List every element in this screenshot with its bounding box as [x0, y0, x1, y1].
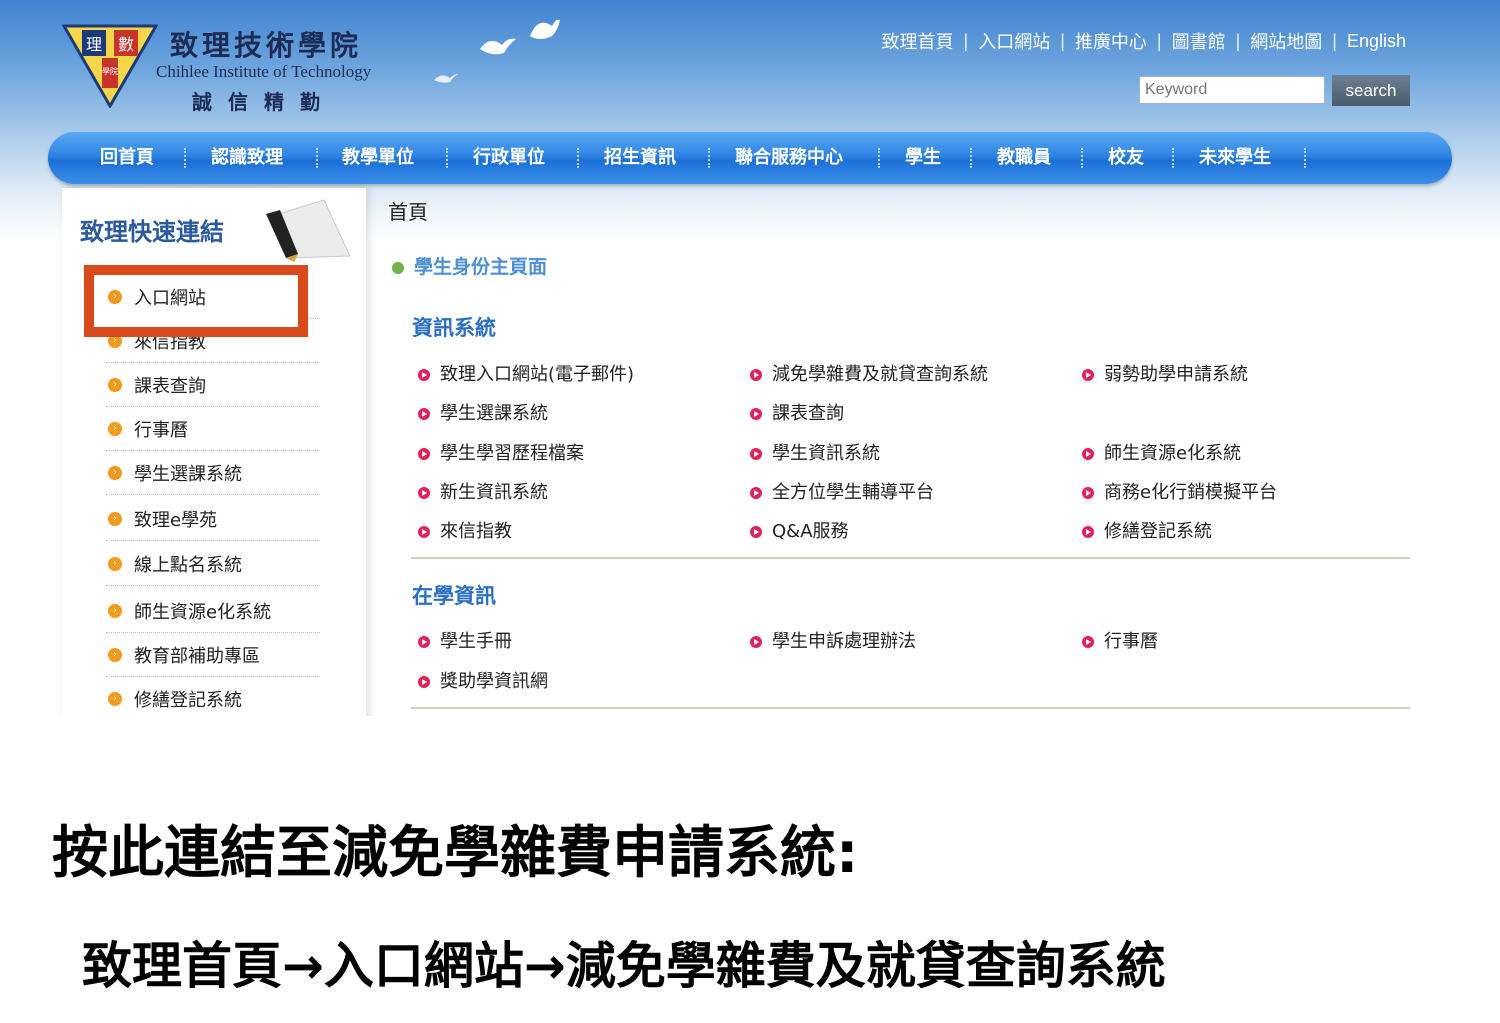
link-timetable[interactable]: 課表查詢	[750, 399, 844, 425]
top-link-extension[interactable]: 推廣中心	[1075, 28, 1147, 54]
sidebar-item-resources[interactable]: › 師生資源e化系統	[106, 590, 320, 633]
top-link-home[interactable]: 致理首頁	[882, 28, 954, 54]
sidebar-title: 致理快速連結	[80, 218, 224, 246]
link-portal-email[interactable]: 致理入口網站(電子郵件)	[418, 360, 634, 386]
section-divider	[411, 707, 1410, 709]
screenshot: 理 數 學院 致理技術學院 Chihlee Institute of Techn…	[0, 0, 1500, 716]
nav-admissions[interactable]: 招生資訊	[604, 132, 676, 184]
link-repair[interactable]: 修繕登記系統	[1082, 517, 1212, 543]
nav-about[interactable]: 認識致理	[211, 132, 283, 184]
nav-alumni[interactable]: 校友	[1108, 132, 1144, 184]
section-title-info-systems: 資訊系統	[412, 316, 496, 340]
link-student-info-system[interactable]: 學生資訊系統	[750, 439, 880, 465]
link-counseling-platform[interactable]: 全方位學生輔導平台	[750, 478, 934, 504]
link-disadvantaged-aid[interactable]: 弱勢助學申請系統	[1082, 360, 1248, 386]
pen-paper-icon	[266, 199, 351, 262]
top-link-sitemap[interactable]: 網站地圖	[1250, 28, 1322, 54]
sidebar-item-elearning[interactable]: › 致理e學苑	[106, 498, 320, 541]
school-logo[interactable]: 理 數 學院 致理技術學院 Chihlee Institute of Techn…	[62, 22, 392, 114]
nav-faculty[interactable]: 教職員	[997, 132, 1051, 184]
birds-decoration-icon	[434, 19, 560, 83]
nav-service-center[interactable]: 聯合服務中心	[735, 132, 843, 184]
logo-badge-right: 數	[118, 35, 134, 54]
sidebar-item-roll-call[interactable]: › 線上點名系統	[106, 543, 320, 586]
link-calendar[interactable]: 行事曆	[1082, 627, 1158, 653]
search-button[interactable]: search	[1332, 75, 1410, 106]
main-nav: 回首頁 認識致理 教學單位 行政單位 招生資訊 聯合服務中心 學生 教職員 校友…	[48, 132, 1452, 184]
link-freshman-info[interactable]: 新生資訊系統	[418, 478, 548, 504]
student-home-link[interactable]: 學生身份主頁面	[392, 252, 547, 279]
sidebar-item-calendar[interactable]: › 行事曆	[106, 408, 320, 451]
top-link-portal[interactable]: 入口網站	[978, 28, 1050, 54]
link-learning-portfolio[interactable]: 學生學習歷程檔案	[418, 439, 584, 465]
section-divider	[411, 557, 1410, 559]
school-name-en: Chihlee Institute of Technology	[156, 62, 372, 81]
link-tuition-waiver-loan[interactable]: 減免學雜費及就貸查詢系統	[750, 360, 988, 386]
link-appeal-rules[interactable]: 學生申訴處理辦法	[750, 627, 916, 653]
link-ecommerce-sim[interactable]: 商務e化行銷模擬平台	[1082, 478, 1277, 504]
sidebar-item-timetable[interactable]: › 課表查詢	[106, 364, 320, 407]
link-resources-system[interactable]: 師生資源e化系統	[1082, 439, 1241, 465]
breadcrumb: 首頁	[388, 200, 428, 224]
sidebar-item-repair[interactable]: › 修繕登記系統	[106, 678, 320, 716]
nav-administration[interactable]: 行政單位	[473, 132, 545, 184]
section-title-enrollment-info: 在學資訊	[412, 584, 496, 608]
top-link-english[interactable]: English	[1347, 31, 1406, 52]
logo-badge-bottom: 學院	[102, 66, 118, 76]
link-student-handbook[interactable]: 學生手冊	[418, 627, 512, 653]
search-input[interactable]	[1139, 76, 1325, 104]
top-link-library[interactable]: 圖書館	[1172, 28, 1226, 54]
school-name: 致理技術學院	[170, 29, 363, 62]
nav-academics[interactable]: 教學單位	[342, 132, 414, 184]
link-contact[interactable]: 來信指教	[418, 517, 512, 543]
sidebar-item-course-selection[interactable]: › 學生選課系統	[106, 452, 320, 495]
link-scholarship-info[interactable]: 獎助學資訊網	[418, 667, 548, 693]
sidebar-item-moe-grant[interactable]: › 教育部補助專區	[106, 634, 320, 677]
nav-students[interactable]: 學生	[905, 132, 941, 184]
link-course-selection[interactable]: 學生選課系統	[418, 399, 548, 425]
caption-instruction: 按此連結至減免學雜費申請系統:	[52, 821, 859, 886]
logo-emblem-icon: 理 數 學院	[62, 24, 158, 108]
sidebar-item-portal-highlighted[interactable]: › 入口網站	[106, 276, 320, 318]
nav-home[interactable]: 回首頁	[100, 132, 154, 184]
logo-badge-left: 理	[86, 35, 102, 54]
school-motto: 誠信精勤	[192, 90, 336, 114]
nav-future-students[interactable]: 未來學生	[1199, 132, 1271, 184]
link-qa-service[interactable]: Q&A服務	[750, 517, 849, 543]
top-links: 致理首頁 | 入口網站 | 推廣中心 | 圖書館 | 網站地圖 | English	[882, 28, 1406, 54]
caption-path: 致理首頁→入口網站→減免學雜費及就貸查詢系統	[82, 937, 1166, 995]
